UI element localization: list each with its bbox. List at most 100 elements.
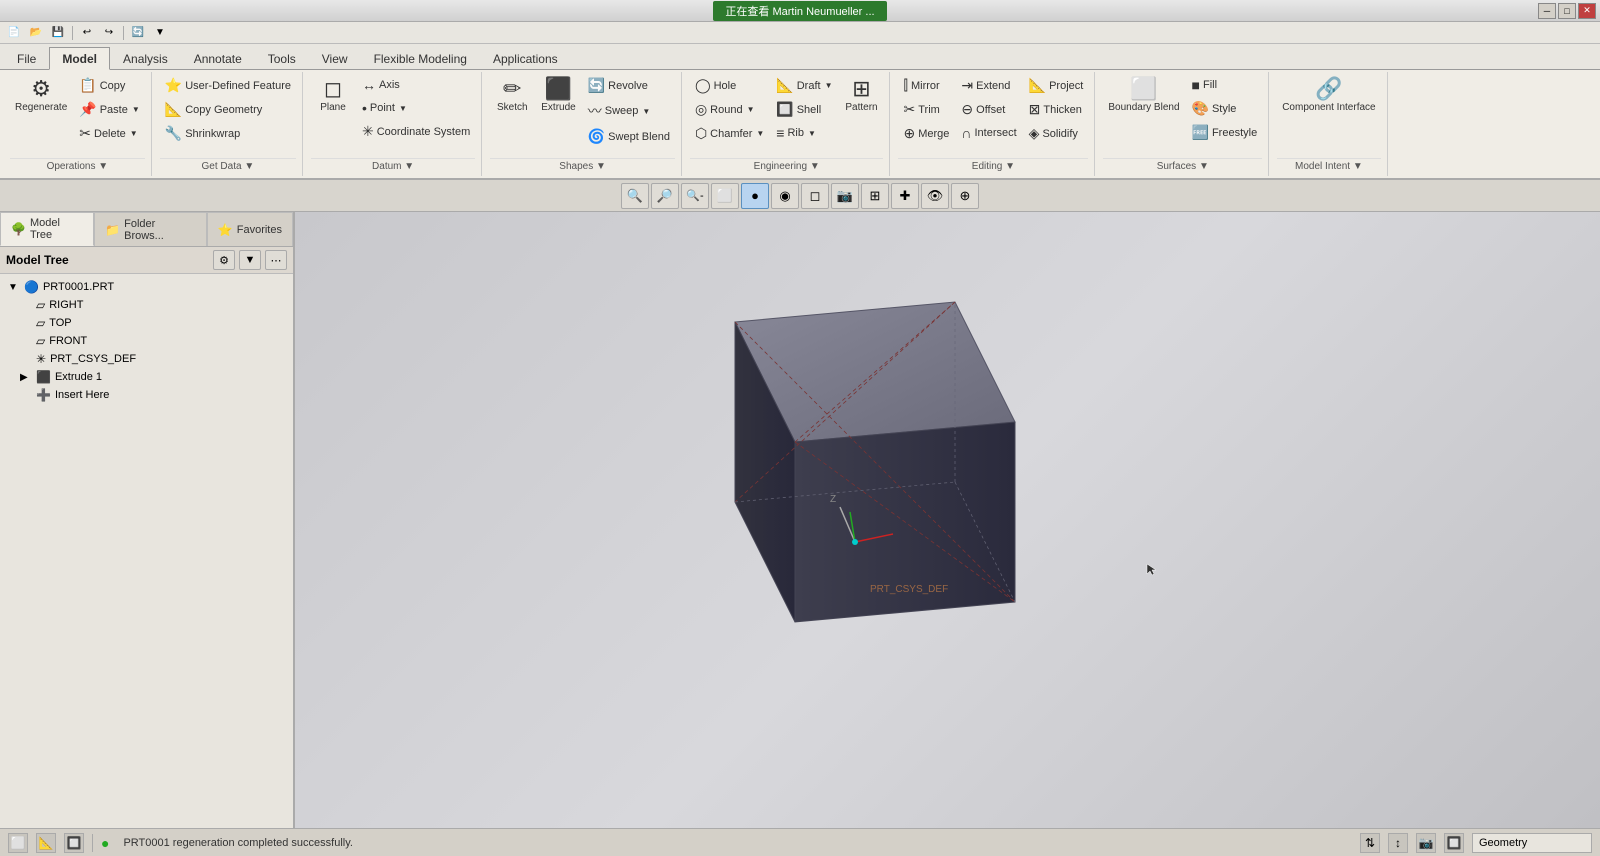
shading-button[interactable]: ● <box>741 183 769 209</box>
merge-button[interactable]: ⊕ Merge <box>898 122 954 145</box>
draft-button[interactable]: 📐 Draft▼ <box>771 74 837 97</box>
tab-folder-browser[interactable]: 📁 Folder Brows... <box>94 212 207 246</box>
tab-flexible-modeling[interactable]: Flexible Modeling <box>361 47 480 69</box>
tab-favorites[interactable]: ⭐ Favorites <box>207 212 293 246</box>
cross-section-button[interactable]: ✚ <box>891 183 919 209</box>
extend-icon: ⇥ <box>961 77 973 94</box>
boundary-blend-button[interactable]: ⬜ Boundary Blend <box>1103 74 1184 117</box>
saved-views-button[interactable]: 📷 <box>831 183 859 209</box>
tree-item-csys[interactable]: ✳ PRT_CSYS_DEF <box>4 350 289 368</box>
zoom-fit-button[interactable]: 🔍 <box>621 183 649 209</box>
offset-button[interactable]: ⊖ Offset <box>956 98 1021 121</box>
extrude-button[interactable]: ⬛ Extrude <box>536 74 580 117</box>
fill-button[interactable]: ■ Fill <box>1187 74 1263 96</box>
status-separator <box>92 834 93 852</box>
revolve-button[interactable]: 🔄 Revolve <box>583 74 675 97</box>
redo-button[interactable]: ↪ <box>99 24 119 42</box>
tree-item-root[interactable]: ▼ 🔵 PRT0001.PRT <box>4 278 289 296</box>
hole-button[interactable]: ◯ Hole <box>690 74 769 97</box>
copy-button[interactable]: 📋 Copy <box>74 74 145 97</box>
status-icon-1[interactable]: ⬜ <box>8 833 28 853</box>
sweep-button[interactable]: 〰 Sweep▼ <box>583 98 675 124</box>
plane-label: Plane <box>320 102 346 113</box>
component-interface-label: Component Interface <box>1282 102 1375 113</box>
regenerate-quick-button[interactable]: 🔄 <box>128 24 148 42</box>
tab-model[interactable]: Model <box>49 47 110 70</box>
swept-blend-button[interactable]: 🌀 Swept Blend <box>583 125 675 148</box>
spin-center-button[interactable]: ⊕ <box>951 183 979 209</box>
shell-button[interactable]: 🔲 Shell <box>771 98 837 121</box>
appearance-button[interactable]: ⊞ <box>861 183 889 209</box>
tab-tools[interactable]: Tools <box>255 47 309 69</box>
status-icon-2[interactable]: 📐 <box>36 833 56 853</box>
style-button[interactable]: 🎨 Style <box>1187 97 1263 120</box>
shrinkwrap-button[interactable]: 🔧 Shrinkwrap <box>160 122 296 145</box>
minimize-button[interactable]: ─ <box>1538 3 1556 19</box>
round-button[interactable]: ◎ Round▼ <box>690 98 769 121</box>
undo-button[interactable]: ↩ <box>77 24 97 42</box>
status-icon-3[interactable]: 🔲 <box>64 833 84 853</box>
user-defined-feature-button[interactable]: ⭐ User-Defined Feature <box>160 74 296 97</box>
tree-filter-button[interactable]: ▼ <box>239 250 261 270</box>
sketch-label: Sketch <box>497 102 528 113</box>
delete-button[interactable]: ✂ Delete▼ <box>74 122 145 145</box>
paste-button[interactable]: 📌 Paste▼ <box>74 98 145 121</box>
refit-button[interactable]: ⬜ <box>711 183 739 209</box>
status-right-icon-2[interactable]: ↕ <box>1388 833 1408 853</box>
point-button[interactable]: • Point▼ <box>357 97 475 119</box>
tree-item-insert[interactable]: ➕ Insert Here <box>4 386 289 404</box>
tab-applications[interactable]: Applications <box>480 47 571 69</box>
tree-item-top[interactable]: ▱ TOP <box>4 314 289 332</box>
status-right-icon-4[interactable]: 🔲 <box>1444 833 1464 853</box>
trim-button[interactable]: ✂ Trim <box>898 98 954 121</box>
extend-button[interactable]: ⇥ Extend <box>956 74 1021 97</box>
maximize-button[interactable]: □ <box>1558 3 1576 19</box>
intersect-button[interactable]: ∩ Intersect <box>956 122 1021 144</box>
tree-item-extrude1[interactable]: ▶ ⬛ Extrude 1 <box>4 368 289 386</box>
ribbon-group-model-intent: 🔗 Component Interface Model Intent ▼ <box>1271 72 1387 176</box>
copy-geometry-button[interactable]: 📐 Copy Geometry <box>160 98 296 121</box>
status-right-icon-3[interactable]: 📷 <box>1416 833 1436 853</box>
close-button[interactable]: ✕ <box>1578 3 1596 19</box>
intersect-icon: ∩ <box>961 125 971 141</box>
sketch-button[interactable]: ✏ Sketch <box>490 74 534 117</box>
pattern-button[interactable]: ⊞ Pattern <box>839 74 883 117</box>
viewport[interactable]: PRT_CSYS_DEF Z <box>295 212 1600 828</box>
zoom-in-button[interactable]: 🔎 <box>651 183 679 209</box>
mirror-button[interactable]: ⫿ Mirror <box>898 74 954 97</box>
tab-analysis[interactable]: Analysis <box>110 47 181 69</box>
tab-file[interactable]: File <box>4 47 49 69</box>
component-interface-icon: 🔗 <box>1315 78 1342 100</box>
tree-item-front[interactable]: ▱ FRONT <box>4 332 289 350</box>
boundary-blend-icon: ⬜ <box>1130 78 1157 100</box>
hidden-line-button[interactable]: ◉ <box>771 183 799 209</box>
plane-button[interactable]: ◻ Plane <box>311 74 355 117</box>
more-button[interactable]: ▼ <box>150 24 170 42</box>
geometry-select[interactable]: Geometry Smart Feature Body Datum <box>1472 833 1592 853</box>
chamfer-button[interactable]: ⬡ Chamfer▼ <box>690 122 769 145</box>
open-button[interactable]: 📂 <box>26 24 46 42</box>
paste-icon: 📌 <box>79 101 96 118</box>
thicken-button[interactable]: ⊠ Thicken <box>1024 98 1089 121</box>
new-button[interactable]: 📄 <box>4 24 24 42</box>
wireframe-button[interactable]: ◻ <box>801 183 829 209</box>
zoom-out-button[interactable]: 🔍- <box>681 183 709 209</box>
view-mgr-button[interactable]: 👁 <box>921 183 949 209</box>
style-icon: 🎨 <box>1192 100 1209 117</box>
component-interface-button[interactable]: 🔗 Component Interface <box>1277 74 1380 117</box>
tab-annotate[interactable]: Annotate <box>181 47 255 69</box>
axis-button[interactable]: ↔ Axis <box>357 74 475 96</box>
status-right-icon-1[interactable]: ⇅ <box>1360 833 1380 853</box>
rib-button[interactable]: ≡ Rib▼ <box>771 122 837 144</box>
tree-settings-button[interactable]: ⚙ <box>213 250 235 270</box>
project-button[interactable]: 📐 Project <box>1024 74 1089 97</box>
tree-more-button[interactable]: ⋯ <box>265 250 287 270</box>
freestyle-button[interactable]: 🆓 Freestyle <box>1187 121 1263 144</box>
regenerate-button[interactable]: ⚙ Regenerate <box>10 74 72 117</box>
tree-item-right[interactable]: ▱ RIGHT <box>4 296 289 314</box>
coord-system-button[interactable]: ✳ Coordinate System <box>357 120 475 143</box>
solidify-button[interactable]: ◈ Solidify <box>1024 122 1089 145</box>
save-button[interactable]: 💾 <box>48 24 68 42</box>
tab-view[interactable]: View <box>309 47 361 69</box>
tab-model-tree[interactable]: 🌳 Model Tree <box>0 212 94 246</box>
